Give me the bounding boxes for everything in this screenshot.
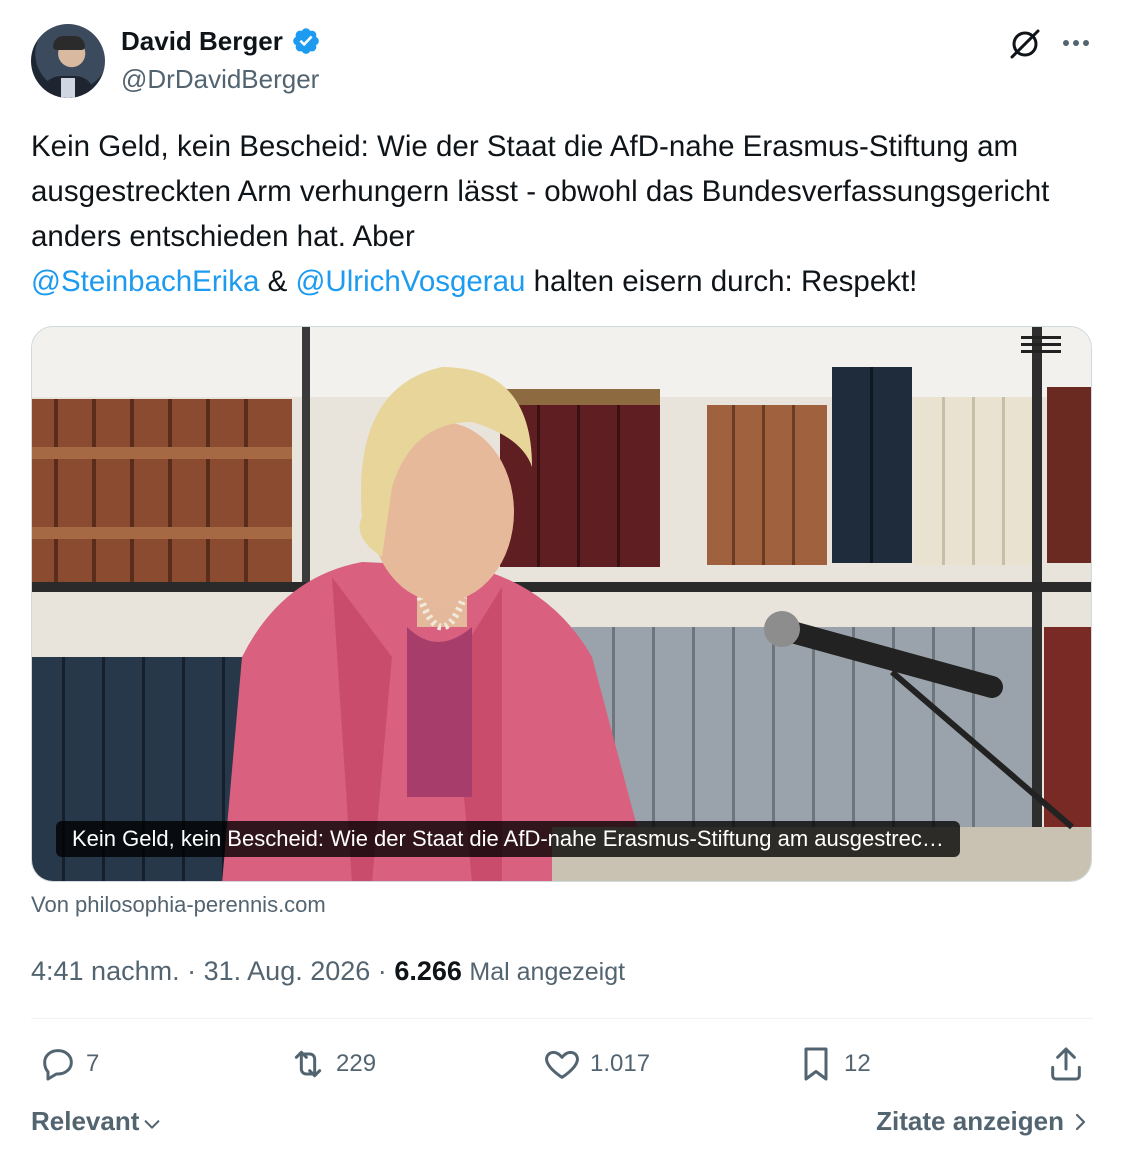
author-name[interactable]: David Berger [121, 24, 283, 58]
bookmark-button[interactable]: 12 [796, 1044, 871, 1084]
tweet-date[interactable]: 31. Aug. 2026 [204, 956, 371, 986]
chevron-down-icon [144, 1119, 160, 1129]
view-quotes-link[interactable]: Zitate anzeigen [876, 1106, 1090, 1137]
like-button[interactable]: 1.017 [542, 1044, 650, 1084]
reply-button[interactable]: 7 [38, 1044, 99, 1084]
media-source[interactable]: Von philosophia-perennis.com [31, 892, 326, 918]
chevron-right-icon [1075, 1113, 1086, 1130]
meta-separator: · [187, 956, 197, 986]
tweet-text: Kein Geld, kein Bescheid: Wie der Staat … [31, 124, 1093, 304]
media-card[interactable]: Kein Geld, kein Bescheid: Wie der Staat … [31, 326, 1092, 882]
retweet-count: 229 [336, 1050, 377, 1077]
meta-separator-2: · [377, 956, 387, 986]
author-name-row[interactable]: David Berger [121, 24, 321, 58]
heart-icon [545, 1050, 579, 1079]
tweet-time[interactable]: 4:41 nachm. [31, 956, 180, 986]
tweet-text-between: & [259, 265, 296, 298]
menu-lines-icon [1021, 336, 1061, 353]
avatar-hair [53, 36, 85, 50]
mention-steinbach[interactable]: @SteinbachErika [31, 265, 259, 298]
verified-badge-icon [293, 28, 319, 54]
quotes-label: Zitate anzeigen [876, 1106, 1064, 1136]
retweet-button[interactable]: 229 [288, 1044, 376, 1084]
tweet-text-part2: halten eisern durch: Respekt! [525, 265, 918, 298]
views-count: 6.266 [394, 956, 462, 986]
tweet-text-part1: Kein Geld, kein Bescheid: Wie der Staat … [31, 130, 1050, 253]
share-button[interactable] [1046, 1044, 1086, 1084]
video-thumbnail-image [32, 327, 1091, 881]
divider [31, 1018, 1093, 1019]
sort-dropdown[interactable]: Relevant [31, 1106, 163, 1137]
author-avatar[interactable] [31, 24, 105, 98]
author-handle[interactable]: @DrDavidBerger [121, 62, 319, 96]
grok-icon[interactable] [1007, 26, 1043, 62]
avatar-shirt [61, 78, 75, 98]
bookmark-icon [804, 1047, 828, 1081]
sort-label: Relevant [31, 1106, 140, 1136]
share-icon [1051, 1047, 1081, 1081]
views-label: Mal angezeigt [469, 958, 626, 986]
more-options-icon[interactable] [1058, 28, 1094, 58]
like-count: 1.017 [590, 1050, 651, 1077]
bookmark-count: 12 [844, 1050, 871, 1077]
reply-count: 7 [86, 1050, 100, 1077]
mention-vosgerau[interactable]: @UlrichVosgerau [295, 265, 525, 298]
retweet-icon [294, 1050, 322, 1078]
media-caption: Kein Geld, kein Bescheid: Wie der Staat … [56, 821, 960, 857]
reply-icon [43, 1049, 73, 1081]
tweet-meta: 4:41 nachm. · 31. Aug. 2026 · 6.266 Mal … [31, 952, 625, 991]
